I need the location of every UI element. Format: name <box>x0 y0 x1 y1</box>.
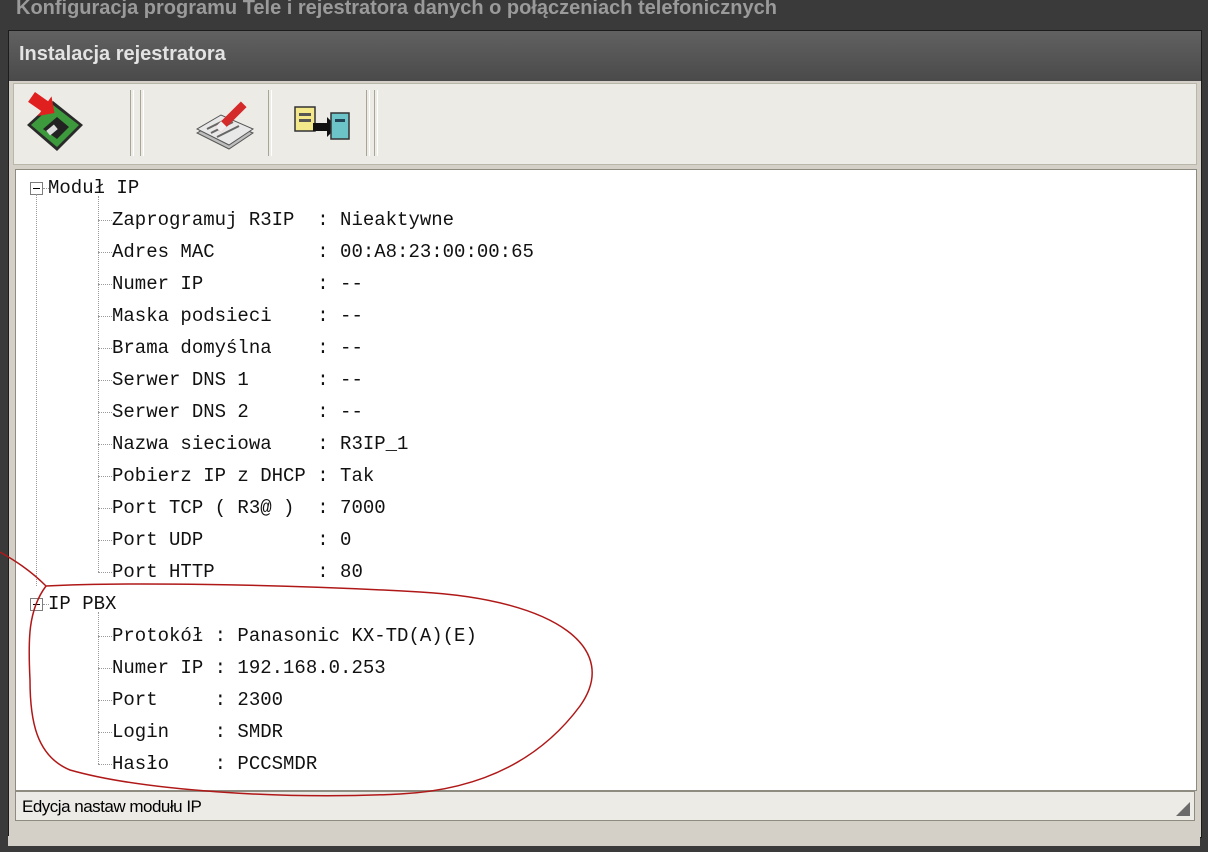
install-disk-icon <box>27 92 83 151</box>
tree-collapse-toggle[interactable] <box>30 598 43 611</box>
tree-connector <box>98 508 112 509</box>
tree-connector <box>98 252 112 253</box>
tree-connector <box>98 316 112 317</box>
tree-item[interactable]: Port : 2300 <box>112 684 283 716</box>
tree-item[interactable]: Serwer DNS 1 : -- <box>112 364 363 396</box>
edit-settings-icon <box>195 101 255 150</box>
tree-item[interactable]: Maska podsieci : -- <box>112 300 363 332</box>
status-text: Edycja nastaw modułu IP <box>22 797 202 816</box>
tree-connector <box>98 572 112 573</box>
background-window-title: Konfiguracja programu Tele i rejestrator… <box>16 0 777 19</box>
tree-item[interactable]: Hasło : PCCSMDR <box>112 748 317 780</box>
toolbar-separator <box>130 90 134 156</box>
tree-connector <box>98 540 112 541</box>
tree-connector <box>98 700 112 701</box>
tree-connector <box>98 284 112 285</box>
tree-item[interactable]: Port TCP ( R3@ ) : 7000 <box>112 492 386 524</box>
tree-connector <box>98 412 112 413</box>
bottom-window-strip <box>8 836 1200 846</box>
installer-window: Instalacja rejestratora Moduł IP Zaprogr… <box>8 30 1202 838</box>
tree-item[interactable]: Pobierz IP z DHCP : Tak <box>112 460 374 492</box>
tree-connector <box>98 732 112 733</box>
install-button[interactable] <box>20 88 92 160</box>
settings-tree[interactable]: Moduł IP Zaprogramuj R3IP : Nieaktywne Adr… <box>15 169 1197 791</box>
tree-group-label[interactable]: Moduł IP <box>48 172 139 204</box>
tree-item[interactable]: Numer IP : -- <box>112 268 363 300</box>
tree-connector <box>98 348 112 349</box>
tree-item[interactable]: Zaprogramuj R3IP : Nieaktywne <box>112 204 454 236</box>
tree-connector <box>98 668 112 669</box>
transfer-icon <box>294 106 350 140</box>
tree-connector <box>36 194 37 586</box>
transfer-button[interactable] <box>284 88 356 160</box>
tree-item[interactable]: Serwer DNS 2 : -- <box>112 396 363 428</box>
tree-connector <box>98 380 112 381</box>
toolbar <box>13 83 1197 165</box>
resize-grip[interactable] <box>1176 802 1190 816</box>
window-title: Instalacja rejestratora <box>19 43 226 65</box>
tree-item[interactable]: Nazwa sieciowa : R3IP_1 <box>112 428 408 460</box>
tree-item[interactable]: Login : SMDR <box>112 716 283 748</box>
tree-connector <box>98 444 112 445</box>
tree-item[interactable]: Adres MAC : 00:A8:23:00:00:65 <box>112 236 534 268</box>
toolbar-separator <box>140 90 144 156</box>
toolbar-separator <box>374 90 378 156</box>
tree-group-label[interactable]: IP PBX <box>48 588 116 620</box>
tree-connector <box>98 220 112 221</box>
tree-connector <box>98 612 99 764</box>
tree-item[interactable]: Protokół : Panasonic KX-TD(A)(E) <box>112 620 477 652</box>
tree-item[interactable]: Brama domyślna : -- <box>112 332 363 364</box>
tree-connector <box>98 476 112 477</box>
toolbar-separator <box>268 90 272 156</box>
tree-item[interactable]: Port UDP : 0 <box>112 524 351 556</box>
tree-item[interactable]: Numer IP : 192.168.0.253 <box>112 652 386 684</box>
tree-item[interactable]: Port HTTP : 80 <box>112 556 363 588</box>
tree-connector <box>98 636 112 637</box>
status-bar: Edycja nastaw modułu IP <box>15 791 1195 821</box>
tree-connector <box>98 196 99 572</box>
tree-connector <box>98 764 112 765</box>
toolbar-separator <box>366 90 370 156</box>
window-titlebar[interactable]: Instalacja rejestratora <box>9 31 1201 81</box>
edit-button[interactable] <box>190 88 262 160</box>
